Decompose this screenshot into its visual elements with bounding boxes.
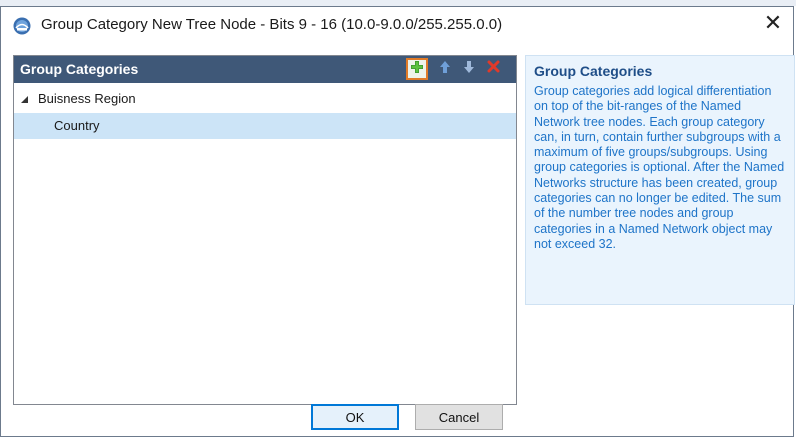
tree-node-label: Country	[54, 118, 100, 133]
plus-icon	[410, 60, 424, 79]
ok-button[interactable]: OK	[311, 404, 399, 430]
tree-node-label: Buisness Region	[38, 91, 136, 106]
tree-header-title: Group Categories	[20, 61, 139, 77]
add-category-button[interactable]	[406, 58, 428, 80]
dialog-window: Group Category New Tree Node - Bits 9 - …	[0, 6, 795, 437]
help-text: Group categories add logical differentia…	[534, 84, 785, 251]
help-title: Group Categories	[534, 63, 653, 79]
cancel-button[interactable]: Cancel	[415, 404, 503, 430]
move-up-button[interactable]	[436, 60, 454, 78]
close-icon: ✕	[763, 10, 783, 35]
collapse-triangle-icon[interactable]	[20, 92, 30, 103]
app-icon	[13, 17, 31, 35]
move-down-button[interactable]	[460, 60, 478, 78]
arrow-down-icon	[463, 60, 475, 79]
window-title: Group Category New Tree Node - Bits 9 - …	[41, 16, 503, 33]
arrow-up-icon	[439, 60, 451, 79]
close-button[interactable]: ✕	[753, 7, 793, 39]
tree-node-country[interactable]: Country	[14, 113, 516, 139]
help-panel: Group Categories Group categories add lo…	[525, 55, 795, 305]
tree-header: Group Categories	[14, 56, 516, 83]
tree-node-business-region[interactable]: Buisness Region	[14, 86, 516, 112]
group-categories-tree: Group Categories Buisness Region Country	[13, 55, 517, 405]
x-delete-icon	[487, 60, 500, 78]
title-bar: Group Category New Tree Node - Bits 9 - …	[1, 7, 793, 45]
delete-category-button[interactable]	[484, 60, 502, 78]
